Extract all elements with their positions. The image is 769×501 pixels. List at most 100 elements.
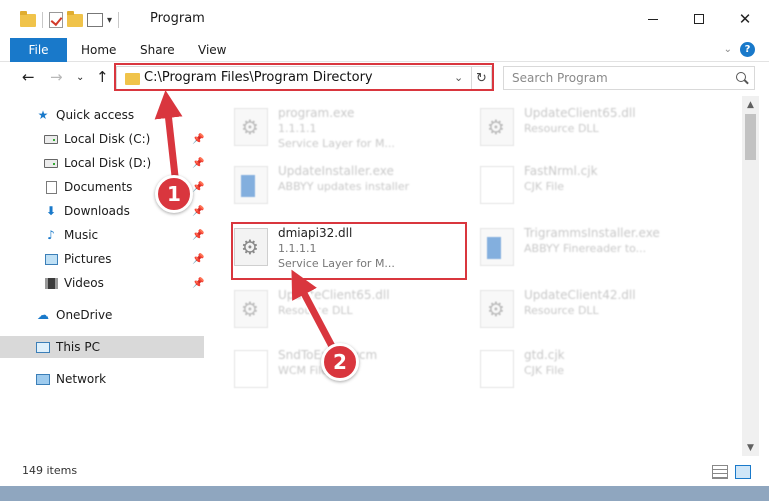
file-item[interactable]: TrigrammsInstaller.exe ABBYY Finereader … <box>480 224 720 276</box>
file-name: UpdateClient65.dll <box>524 106 636 120</box>
search-icon[interactable] <box>736 72 746 82</box>
file-item[interactable]: FastNrml.cjk CJK File <box>480 162 720 214</box>
document-icon <box>44 180 58 194</box>
sidebar-item-label: Pictures <box>64 252 112 266</box>
file-item[interactable]: UpdateClient65.dll Resource DLL <box>234 286 474 338</box>
customize-toolbar-dropdown[interactable]: ▾ <box>107 15 112 26</box>
file-item[interactable]: UpdateClient65.dll Resource DLL <box>480 104 720 156</box>
sidebar-item-label: Local Disk (C:) <box>64 132 151 146</box>
new-folder-icon[interactable] <box>67 10 83 27</box>
sidebar-item-quick-access[interactable]: ★ Quick access <box>0 104 204 126</box>
tab-home[interactable]: Home <box>81 38 116 62</box>
dll-file-icon <box>234 290 268 328</box>
pin-icon[interactable]: 📌 <box>192 206 204 217</box>
file-detail: ABBYY updates installer <box>278 180 410 193</box>
search-input[interactable] <box>504 67 732 89</box>
sidebar-item-onedrive[interactable]: ☁ OneDrive <box>0 304 204 326</box>
up-arrow-icon[interactable]: ↑ <box>96 68 109 86</box>
sidebar-item-label: Music <box>64 228 99 242</box>
file-detail: ABBYY Finereader to... <box>524 242 647 255</box>
computer-icon <box>36 340 50 354</box>
file-detail: Resource DLL <box>524 304 599 317</box>
dll-file-icon <box>234 108 268 146</box>
scrollbar-thumb[interactable] <box>745 114 756 160</box>
sidebar-item-network[interactable]: Network <box>0 368 204 390</box>
disk-icon <box>44 132 58 146</box>
file-name: UpdateClient42.dll <box>524 288 636 302</box>
disk-icon <box>44 156 58 170</box>
properties-icon[interactable] <box>87 13 103 27</box>
file-name: UpdateClient65.dll <box>278 288 390 302</box>
sidebar-item-pictures[interactable]: Pictures 📌 <box>0 248 204 270</box>
file-item[interactable]: program.exe 1.1.1.1 Service Layer for M.… <box>234 104 474 156</box>
folder-icon <box>20 10 36 27</box>
forward-arrow-icon[interactable]: → <box>50 68 63 86</box>
pin-icon[interactable]: 📌 <box>192 134 204 145</box>
maximize-icon <box>694 14 704 24</box>
details-view-icon[interactable] <box>712 465 728 479</box>
minimize-button[interactable] <box>630 0 676 38</box>
sidebar-item-label: Network <box>56 372 107 386</box>
help-icon[interactable]: ? <box>740 42 755 57</box>
sidebar-item-music[interactable]: ♪ Music 📌 <box>0 224 204 246</box>
file-name: TrigrammsInstaller.exe <box>524 226 660 240</box>
sidebar-item-local-disk-d[interactable]: Local Disk (D:) 📌 <box>0 152 204 174</box>
file-name: UpdateInstaller.exe <box>278 164 394 178</box>
properties-check-icon[interactable] <box>49 12 63 28</box>
scroll-down-arrow-icon[interactable]: ▼ <box>742 439 759 456</box>
tab-view[interactable]: View <box>198 38 226 62</box>
sidebar-item-label: OneDrive <box>56 308 113 322</box>
minimize-icon <box>648 18 658 20</box>
download-arrow-icon: ⬇ <box>45 204 57 218</box>
file-detail: 1.1.1.1 <box>278 122 317 135</box>
file-name: gtd.cjk <box>524 348 565 362</box>
file-item[interactable]: gtd.cjk CJK File <box>480 346 720 398</box>
item-count: 149 items <box>22 464 78 477</box>
file-detail: Resource DLL <box>278 304 353 317</box>
toolbar-separator <box>42 12 43 28</box>
tab-file[interactable]: File <box>10 38 67 62</box>
file-highlight-box <box>231 222 467 280</box>
quick-access-toolbar: ▾ <box>20 10 121 30</box>
recent-locations-chevron-icon[interactable]: ⌄ <box>76 72 84 83</box>
file-detail: CJK File <box>524 364 565 377</box>
file-detail: CJK File <box>524 180 565 193</box>
step-badge-2: 2 <box>321 343 359 381</box>
pin-icon[interactable]: 📌 <box>192 278 204 289</box>
close-button[interactable]: ✕ <box>722 0 768 38</box>
sidebar-item-this-pc[interactable]: This PC <box>0 336 204 358</box>
pin-icon[interactable]: 📌 <box>192 230 204 241</box>
file-description: Service Layer for M... <box>278 137 395 150</box>
file-name: program.exe <box>278 106 355 120</box>
sidebar-item-videos[interactable]: Videos 📌 <box>0 272 204 294</box>
sidebar-item-label: Documents <box>64 180 133 194</box>
exe-file-icon <box>480 228 514 266</box>
back-arrow-icon[interactable]: ← <box>22 68 35 86</box>
pin-icon[interactable]: 📌 <box>192 254 204 265</box>
cloud-icon: ☁ <box>37 308 49 322</box>
pin-icon[interactable]: 📌 <box>192 158 204 169</box>
pin-icon[interactable]: 📌 <box>192 182 204 193</box>
window-title: Program <box>150 11 205 26</box>
generic-file-icon <box>234 350 268 388</box>
desktop-background <box>0 486 769 501</box>
file-item[interactable]: UpdateClient42.dll Resource DLL <box>480 286 720 338</box>
sidebar-item-label: Videos <box>64 276 104 290</box>
maximize-button[interactable] <box>676 0 722 38</box>
vertical-scrollbar[interactable]: ▲ ▼ <box>742 96 759 456</box>
navigation-pane: ★ Quick access Local Disk (C:) 📌 Local D… <box>0 96 206 456</box>
file-item[interactable]: UpdateInstaller.exe ABBYY updates instal… <box>234 162 474 214</box>
generic-file-icon <box>480 166 514 204</box>
scroll-up-arrow-icon[interactable]: ▲ <box>742 96 759 113</box>
generic-file-icon <box>480 350 514 388</box>
sidebar-item-local-disk-c[interactable]: Local Disk (C:) 📌 <box>0 128 204 150</box>
large-icons-view-icon[interactable] <box>735 465 751 479</box>
expand-ribbon-chevron-icon[interactable]: ⌄ <box>724 44 732 55</box>
sidebar-item-label: Downloads <box>64 204 130 218</box>
tab-share[interactable]: Share <box>140 38 175 62</box>
search-box[interactable] <box>503 66 755 90</box>
ribbon-controls: ⌄ ? <box>724 42 755 57</box>
file-name: FastNrml.cjk <box>524 164 598 178</box>
sidebar-item-label: Local Disk (D:) <box>64 156 152 170</box>
address-toolbar: ← → ⌄ ↑ C:\Program Files\Program Directo… <box>0 62 769 94</box>
